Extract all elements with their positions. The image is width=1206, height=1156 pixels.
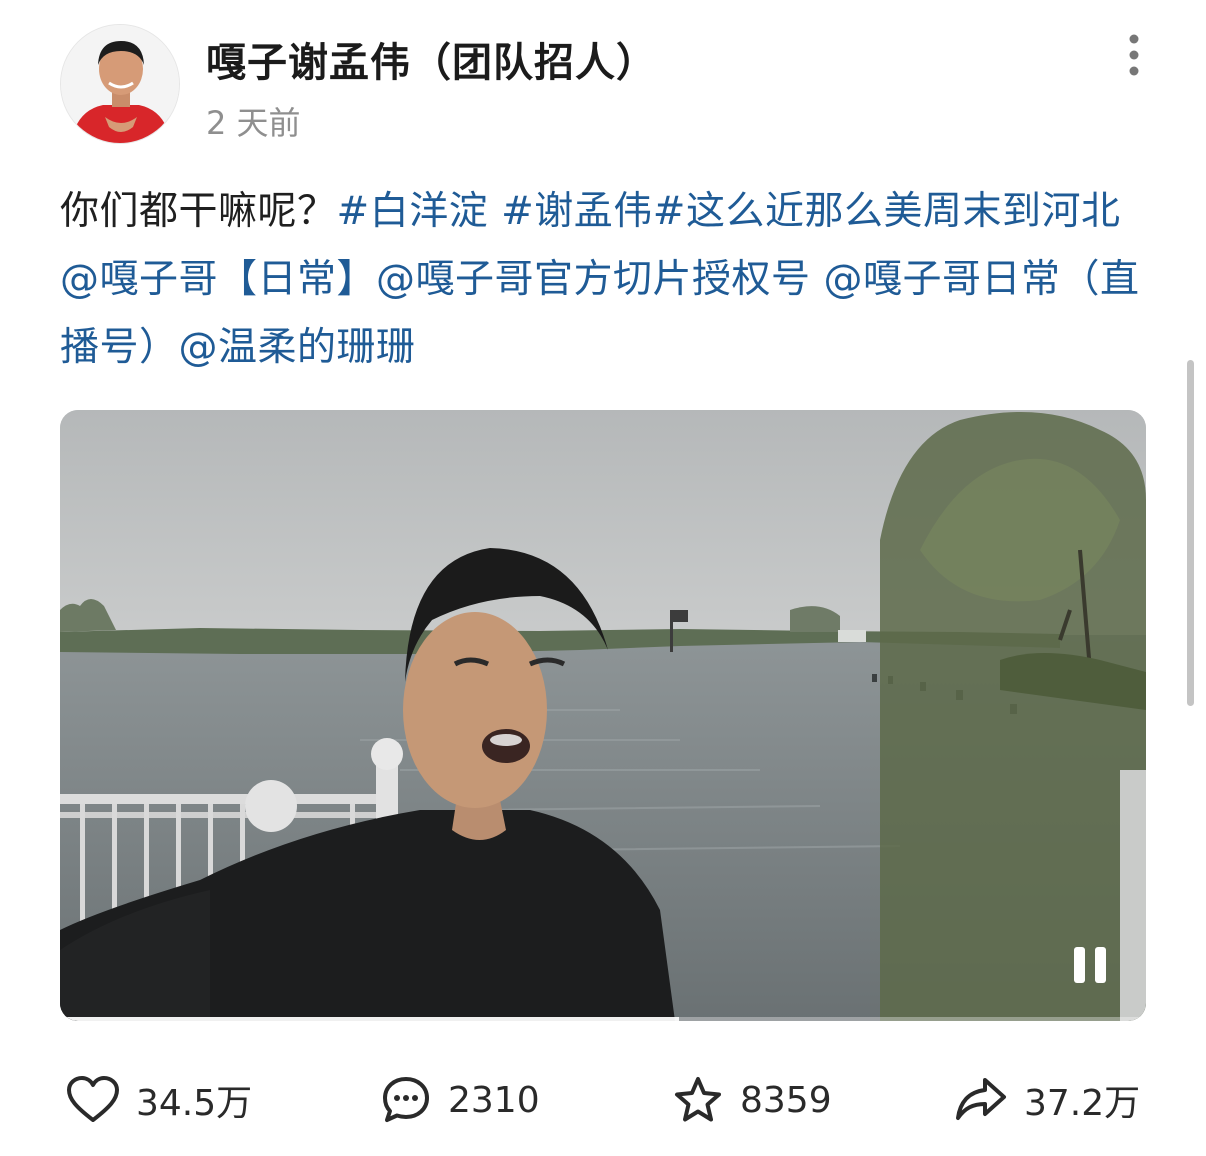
mention-link[interactable]: @嘎子哥【日常】: [60, 257, 376, 302]
comment-count: 2310: [448, 1079, 540, 1121]
avatar-image: [61, 25, 179, 143]
comment-button[interactable]: 2310: [380, 1070, 540, 1130]
share-button[interactable]: 37.2万: [954, 1070, 1140, 1130]
scrollbar[interactable]: [1187, 360, 1194, 706]
hashtag-link[interactable]: #这么近那么美周末到河北: [653, 189, 1121, 234]
post-page: 嘎子谢孟伟（团队招人） 2 天前 你们都干嘛呢？#白洋淀 #谢孟伟#这么近那么美…: [0, 0, 1206, 1156]
video-progress-bar[interactable]: [60, 1017, 1146, 1021]
hashtag-link[interactable]: #白洋淀: [337, 189, 489, 234]
like-button[interactable]: 34.5万: [66, 1070, 252, 1130]
post-body: 你们都干嘛呢？: [60, 189, 337, 234]
pause-button[interactable]: [1068, 945, 1112, 985]
more-vertical-icon: [1129, 34, 1139, 76]
heart-icon: [67, 1076, 119, 1122]
hashtag-link[interactable]: #谢孟伟: [501, 189, 653, 234]
post-text: 你们都干嘛呢？#白洋淀 #谢孟伟#这么近那么美周末到河北 @嘎子哥【日常】@嘎子…: [60, 178, 1150, 382]
author-name[interactable]: 嘎子谢孟伟（团队招人）: [206, 30, 657, 88]
post-time: 2 天前: [206, 104, 301, 142]
mention-link[interactable]: @嘎子哥官方切片授权号: [376, 257, 811, 302]
video-progress-fill: [60, 1017, 680, 1021]
favorite-button[interactable]: 8359: [672, 1070, 832, 1130]
share-count: 37.2万: [1024, 1083, 1141, 1124]
favorite-count: 8359: [740, 1079, 832, 1121]
pause-icon: [1074, 947, 1106, 983]
action-bar: 34.5万 2310 8359 37.2万: [0, 1060, 1206, 1140]
video-player[interactable]: [60, 410, 1146, 1021]
comment-icon: [383, 1077, 429, 1122]
video-frame: [60, 410, 1146, 1021]
avatar[interactable]: [60, 24, 180, 144]
like-count: 34.5万: [136, 1083, 253, 1124]
star-icon: [675, 1077, 721, 1122]
mention-link[interactable]: @温柔的珊珊: [179, 325, 416, 370]
share-icon: [956, 1078, 1006, 1120]
more-options-button[interactable]: [1118, 30, 1150, 80]
